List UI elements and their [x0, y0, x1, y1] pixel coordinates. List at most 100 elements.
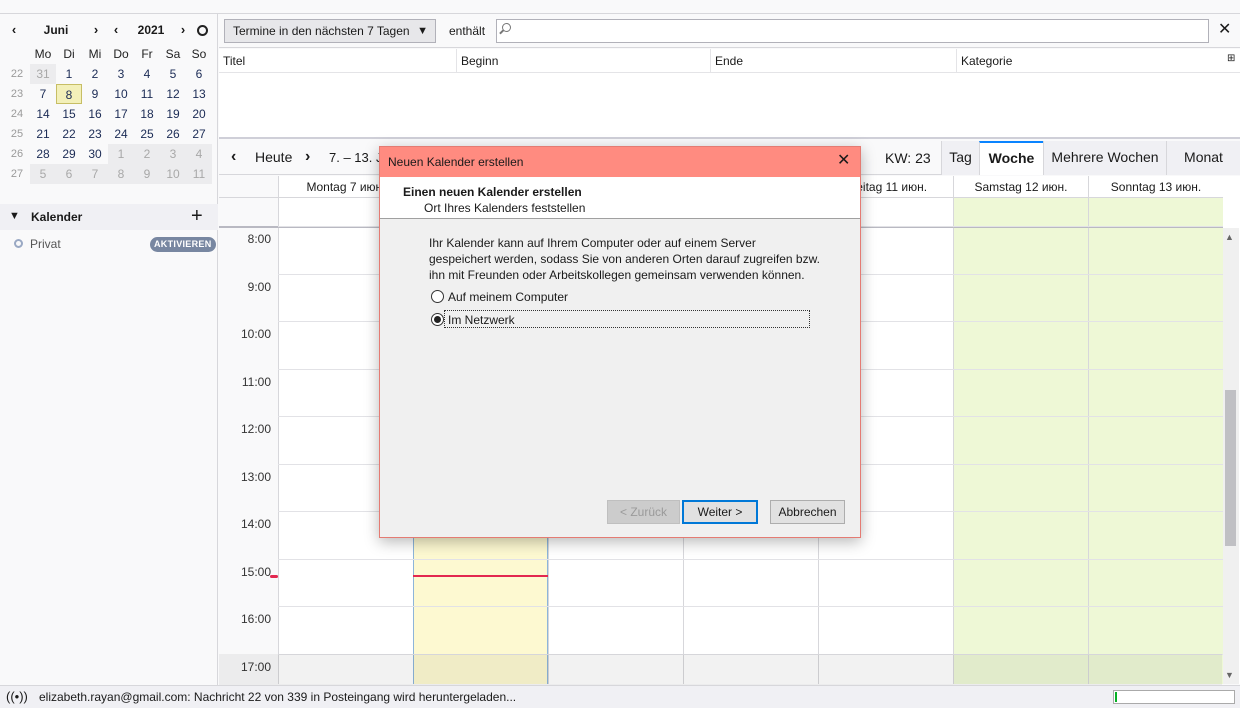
scrollbar-thumb[interactable] — [1225, 390, 1236, 546]
event-filter-select[interactable]: Termine in den nächsten 7 Tagen ▼ — [224, 19, 436, 43]
minimonth-day[interactable]: 5 — [30, 164, 56, 184]
day-header[interactable]: Sonntag 13 июн. — [1088, 176, 1223, 198]
minimonth-day[interactable]: 16 — [82, 104, 108, 124]
minimonth-day[interactable]: 13 — [186, 84, 212, 104]
cancel-button[interactable]: Abbrechen — [770, 500, 845, 524]
dialog-header: Einen neuen Kalender erstellen Ort Ihres… — [380, 177, 860, 219]
minimonth-day[interactable]: 7 — [30, 84, 56, 104]
minimonth-day[interactable]: 3 — [160, 144, 186, 164]
minimonth-day[interactable]: 24 — [108, 124, 134, 144]
minimonth-day[interactable]: 9 — [134, 164, 160, 184]
today-button[interactable]: Heute — [255, 149, 292, 165]
minimonth-day[interactable]: 4 — [186, 144, 212, 164]
column-header-category[interactable]: Kategorie — [957, 49, 1223, 73]
minimonth-day[interactable]: 27 — [186, 124, 212, 144]
chevron-down-icon[interactable]: ▼ — [9, 210, 20, 222]
next-period-button[interactable]: › — [305, 148, 310, 166]
minimonth-day[interactable]: 26 — [160, 124, 186, 144]
calendar-item-privat[interactable]: Privat AKTIVIEREN — [0, 234, 218, 254]
minimonth-day[interactable]: 2 — [134, 144, 160, 164]
calendar-list-title: Kalender — [31, 210, 83, 224]
minimonth-day[interactable]: 6 — [56, 164, 82, 184]
week-number: 24 — [10, 108, 24, 120]
minimonth-day[interactable]: 6 — [186, 64, 212, 84]
option-network[interactable]: Im Netzwerk — [431, 311, 801, 329]
minimonth-day[interactable]: 25 — [134, 124, 160, 144]
add-calendar-button[interactable]: + — [191, 205, 203, 227]
next-button[interactable]: Weiter > — [682, 500, 758, 524]
radio-icon[interactable] — [431, 290, 444, 303]
minimonth-day[interactable]: 11 — [134, 84, 160, 104]
minimonth-day[interactable]: 9 — [82, 84, 108, 104]
prev-period-button[interactable]: ‹ — [231, 148, 236, 166]
calendar-color-icon — [14, 239, 23, 248]
minimonth-day[interactable]: 10 — [108, 84, 134, 104]
minimonth-day[interactable]: 11 — [186, 164, 212, 184]
minimonth-day[interactable]: 28 — [30, 144, 56, 164]
minimonth-day[interactable]: 30 — [82, 144, 108, 164]
prev-year-button[interactable]: ‹ — [108, 22, 124, 38]
allday-label-cell — [219, 198, 278, 228]
event-list-header: Titel Beginn Ende Kategorie ⊞ — [219, 49, 1240, 73]
weekday-header: Sa — [165, 47, 181, 61]
tab-day[interactable]: Tag — [941, 141, 979, 175]
minimonth-day[interactable]: 10 — [160, 164, 186, 184]
event-search-input[interactable] — [496, 19, 1209, 43]
scroll-down-icon[interactable]: ▼ — [1225, 670, 1234, 680]
dialog-text-line: Ihr Kalender kann auf Ihrem Computer ode… — [429, 236, 756, 250]
minimonth-day[interactable]: 29 — [56, 144, 82, 164]
activate-calendar-button[interactable]: AKTIVIEREN — [150, 237, 216, 252]
minimonth-day[interactable]: 15 — [56, 104, 82, 124]
next-month-button[interactable]: › — [88, 22, 104, 38]
day-column[interactable] — [1088, 228, 1223, 684]
weekday-header: Di — [63, 47, 75, 61]
column-header-end[interactable]: Ende — [711, 49, 957, 73]
minimonth-week-row: 27 5 6 7 8 9 10 11 — [4, 164, 216, 184]
new-calendar-dialog: Neuen Kalender erstellen ✕ Einen neuen K… — [379, 146, 861, 538]
minimonth-day[interactable]: 14 — [30, 104, 56, 124]
tab-month[interactable]: Monat — [1166, 141, 1240, 175]
week-view-scrollbar[interactable]: ▲ ▼ — [1222, 228, 1239, 684]
back-button[interactable]: < Zurück — [607, 500, 680, 524]
radio-selected-icon[interactable] — [431, 313, 444, 326]
column-header-title[interactable]: Titel — [219, 49, 457, 73]
minimonth-day[interactable]: 3 — [108, 64, 134, 84]
minimonth-day[interactable]: 20 — [186, 104, 212, 124]
minimonth-day[interactable]: 12 — [160, 84, 186, 104]
next-year-button[interactable]: › — [175, 22, 191, 38]
tab-week[interactable]: Woche — [979, 141, 1043, 175]
day-header[interactable]: Samstag 12 июн. — [953, 176, 1088, 198]
go-today-icon[interactable] — [197, 25, 208, 36]
online-status-icon[interactable]: ((•)) — [6, 689, 28, 704]
minimonth-day[interactable]: 1 — [108, 144, 134, 164]
minimonth-day[interactable]: 22 — [56, 124, 82, 144]
chevron-down-icon: ▼ — [417, 25, 428, 37]
minimonth-day[interactable]: 18 — [134, 104, 160, 124]
hour-label: 12:00 — [240, 422, 271, 436]
minimonth-day[interactable]: 4 — [134, 64, 160, 84]
tab-multiweek[interactable]: Mehrere Wochen — [1043, 141, 1166, 175]
minimonth-day[interactable]: 19 — [160, 104, 186, 124]
minimonth-day[interactable]: 8 — [108, 164, 134, 184]
minimonth-day[interactable]: 31 — [30, 64, 56, 84]
close-icon[interactable]: ✕ — [1218, 21, 1231, 39]
minimonth-day[interactable]: 23 — [82, 124, 108, 144]
minimonth-day[interactable]: 1 — [56, 64, 82, 84]
column-header-start[interactable]: Beginn — [457, 49, 711, 73]
day-column[interactable] — [953, 228, 1088, 684]
minimonth-day[interactable]: 17 — [108, 104, 134, 124]
allday-cell[interactable] — [1088, 198, 1223, 228]
minimonth-day[interactable]: 8 — [56, 84, 82, 104]
minimonth-day[interactable]: 7 — [82, 164, 108, 184]
prev-month-button[interactable]: ‹ — [6, 22, 22, 38]
option-local-computer[interactable]: Auf meinem Computer — [431, 288, 631, 306]
minimonth-year-label: 2021 — [137, 23, 165, 37]
dialog-close-icon[interactable]: ✕ — [837, 152, 850, 170]
scroll-up-icon[interactable]: ▲ — [1225, 232, 1234, 242]
minimonth-day[interactable]: 21 — [30, 124, 56, 144]
column-picker-icon[interactable]: ⊞ — [1227, 53, 1235, 64]
minimonth-week-row: 25 21 22 23 24 25 26 27 — [4, 124, 216, 144]
allday-cell[interactable] — [953, 198, 1088, 228]
minimonth-day[interactable]: 5 — [160, 64, 186, 84]
minimonth-day[interactable]: 2 — [82, 64, 108, 84]
